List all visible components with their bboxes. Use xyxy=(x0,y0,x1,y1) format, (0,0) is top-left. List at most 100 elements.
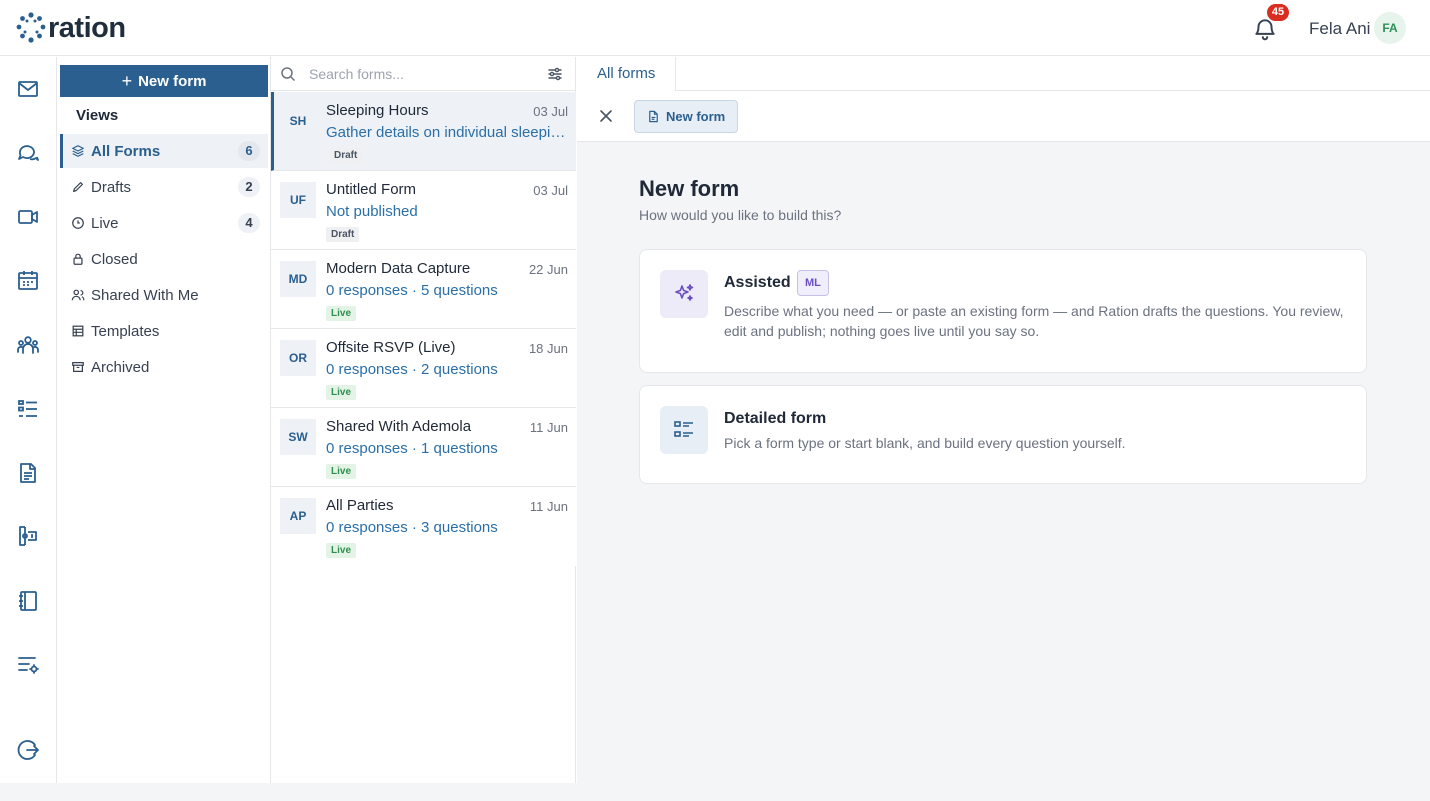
form-title: Shared With Ademola xyxy=(326,418,472,435)
view-item-templates[interactable]: Templates xyxy=(60,314,268,348)
view-item-closed[interactable]: Closed xyxy=(60,242,268,276)
form-list-item[interactable]: SW Shared With Ademola 11 Jun 0 response… xyxy=(271,408,576,487)
ration-logo[interactable]: ration xyxy=(16,10,126,46)
form-status-badge: Draft xyxy=(329,148,363,163)
view-count-badge: 6 xyxy=(238,141,260,161)
view-item-drafts[interactable]: Drafts 2 xyxy=(60,170,268,204)
template-icon xyxy=(71,324,85,338)
tab-all-forms[interactable]: All forms xyxy=(577,57,677,91)
form-status-badge: Live xyxy=(326,385,357,400)
form-subtitle: 0 responses · 3 questions xyxy=(326,519,498,536)
search-icon xyxy=(281,67,296,82)
people-icon[interactable] xyxy=(16,333,40,357)
checklist-icon[interactable] xyxy=(16,397,40,421)
detailed-form-option-card[interactable]: Detailed form Pick a form type or start … xyxy=(639,385,1367,484)
ration-logo-mark-icon xyxy=(16,12,46,43)
settings-list-icon[interactable] xyxy=(16,653,40,677)
form-subtitle: 0 responses · 1 questions xyxy=(326,440,498,457)
form-list-item[interactable]: MD Modern Data Capture 22 Jun 0 response… xyxy=(271,250,576,329)
form-status-badge: Live xyxy=(326,306,357,321)
document-icon xyxy=(649,110,658,123)
new-form-button-label: New form xyxy=(138,72,207,90)
video-icon[interactable] xyxy=(16,205,40,229)
search-input[interactable] xyxy=(309,64,529,84)
new-form-chooser: New form How would you like to build thi… xyxy=(577,142,1430,556)
form-title: Offsite RSVP (Live) xyxy=(326,339,456,356)
form-initials-avatar: UF xyxy=(280,182,316,218)
view-item-archived[interactable]: Archived xyxy=(60,350,268,384)
search-bar xyxy=(271,57,576,91)
editor-toolbar: New form xyxy=(577,91,1430,142)
view-item-label: Drafts xyxy=(91,178,132,196)
card-description: Describe what you need — or paste an exi… xyxy=(724,303,1344,339)
form-initials-avatar: AP xyxy=(280,498,316,534)
view-item-label: Live xyxy=(91,214,119,232)
tab-bar: All forms xyxy=(577,57,1430,91)
layers-icon xyxy=(71,144,85,158)
new-form-button[interactable]: + New form xyxy=(60,65,268,97)
form-date: 03 Jul xyxy=(533,183,568,198)
view-item-shared-with-me[interactable]: Shared With Me xyxy=(60,278,268,312)
form-initials-avatar: SH xyxy=(289,114,307,128)
form-date: 22 Jun xyxy=(528,262,568,277)
view-item-label: Closed xyxy=(91,250,138,268)
view-count-badge: 4 xyxy=(238,213,260,233)
notification-count-badge: 45 xyxy=(1267,4,1289,21)
main-pane: All forms New form New form How would yo… xyxy=(577,57,1430,783)
new-form-document-tab[interactable]: New form xyxy=(634,100,739,133)
view-item-label: Templates xyxy=(91,322,160,340)
form-status-badge: Live xyxy=(326,464,357,479)
card-title: Detailed form xyxy=(724,410,827,427)
users-icon xyxy=(71,288,85,302)
chat-icon[interactable] xyxy=(16,141,40,165)
lock-icon xyxy=(71,252,85,266)
form-status-badge: Draft xyxy=(326,227,360,242)
form-title: Modern Data Capture xyxy=(326,260,471,277)
form-list-item[interactable]: OR Offsite RSVP (Live) 18 Jun 0 response… xyxy=(271,329,576,408)
calendar-icon[interactable] xyxy=(16,268,40,292)
plus-icon: + xyxy=(121,71,133,91)
ticket-icon[interactable] xyxy=(16,524,40,548)
archive-icon xyxy=(71,360,85,374)
forms-list-panel: SH Sleeping Hours 03 Jul Gather details … xyxy=(271,57,576,783)
view-count-badge: 2 xyxy=(238,177,260,197)
app-window: ration 45 Fela Ani FA + New form Views A… xyxy=(0,0,1430,783)
filter-sliders-icon[interactable] xyxy=(547,66,563,82)
views-sidebar: + New form Views All Forms 6 Drafts 2 Li… xyxy=(57,57,271,783)
assisted-option-card[interactable]: Assisted ML Describe what you need — or … xyxy=(639,249,1367,373)
document-icon[interactable] xyxy=(16,461,40,485)
form-subtitle: 0 responses · 2 questions xyxy=(326,361,498,378)
view-item-all-forms[interactable]: All Forms 6 xyxy=(60,134,268,168)
user-avatar[interactable]: FA xyxy=(1374,12,1406,44)
document-tab-label: New form xyxy=(666,109,726,124)
page-title: New form xyxy=(639,176,740,201)
form-subtitle: Gather details on individual sleeping pa… xyxy=(326,124,566,141)
views-heading: Views xyxy=(76,107,119,124)
form-list-item[interactable]: UF Untitled Form 03 Jul Not published Dr… xyxy=(271,171,576,250)
form-date: 11 Jun xyxy=(529,499,568,514)
form-list-item[interactable]: SH Sleeping Hours 03 Jul Gather details … xyxy=(271,92,576,171)
close-icon[interactable] xyxy=(597,107,615,125)
view-item-live[interactable]: Live 4 xyxy=(60,206,268,240)
clock-icon xyxy=(71,216,85,230)
list-icon xyxy=(660,406,708,454)
brand-name: ration xyxy=(48,11,126,44)
top-header: ration 45 Fela Ani FA xyxy=(0,0,1430,56)
mail-icon[interactable] xyxy=(16,77,40,101)
logout-icon[interactable] xyxy=(16,738,40,762)
form-status-badge: Live xyxy=(326,543,357,558)
form-date: 03 Jul xyxy=(533,104,568,119)
form-initials-avatar: SW xyxy=(280,419,316,455)
form-title: Untitled Form xyxy=(326,181,417,198)
form-list-item[interactable]: AP All Parties 11 Jun 0 responses · 3 qu… xyxy=(271,487,576,566)
view-item-label: Shared With Me xyxy=(91,286,199,304)
icon-rail xyxy=(0,57,57,783)
notebook-icon[interactable] xyxy=(16,589,40,613)
form-title: All Parties xyxy=(326,497,394,514)
form-initials-avatar: MD xyxy=(280,261,316,297)
form-title: Sleeping Hours xyxy=(326,102,429,119)
view-item-label: All Forms xyxy=(91,142,161,160)
form-date: 11 Jun xyxy=(529,420,568,435)
card-title: Assisted xyxy=(724,274,791,291)
user-name[interactable]: Fela Ani xyxy=(1309,19,1370,39)
